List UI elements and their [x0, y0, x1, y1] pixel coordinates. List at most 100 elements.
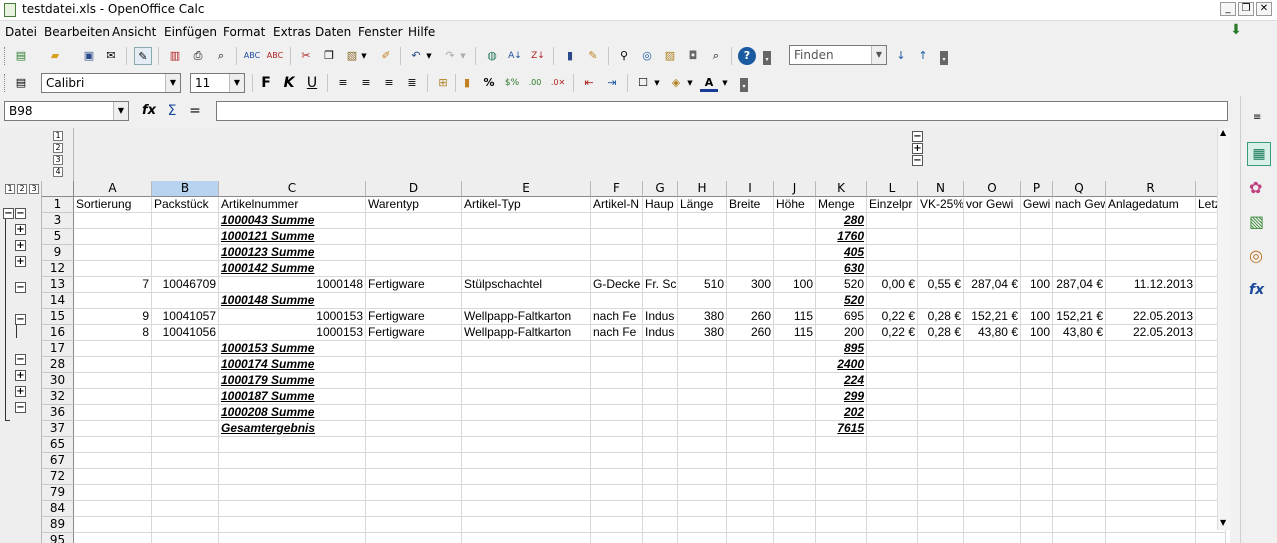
cell[interactable]: [366, 421, 462, 437]
cell[interactable]: [1053, 293, 1106, 309]
cell[interactable]: [867, 421, 918, 437]
cell[interactable]: [678, 373, 727, 389]
cell[interactable]: [918, 229, 964, 245]
cell[interactable]: [774, 213, 816, 229]
cell[interactable]: [918, 405, 964, 421]
cell[interactable]: [867, 437, 918, 453]
sidebar-menu-icon[interactable]: ≡: [1253, 112, 1261, 123]
toolbar-grip[interactable]: [4, 47, 8, 65]
cell[interactable]: [964, 453, 1021, 469]
cell[interactable]: [1106, 373, 1196, 389]
cell[interactable]: [1021, 245, 1053, 261]
row-header[interactable]: 36: [42, 405, 74, 421]
cell[interactable]: [74, 341, 152, 357]
cell[interactable]: [643, 453, 678, 469]
cell[interactable]: [366, 517, 462, 533]
subtotal-value[interactable]: 520: [816, 293, 867, 309]
background-color-dropdown-icon[interactable]: ▼: [685, 74, 695, 92]
cell[interactable]: [366, 341, 462, 357]
cell[interactable]: [964, 421, 1021, 437]
align-right-icon[interactable]: ≡: [380, 74, 398, 92]
cell[interactable]: [591, 501, 643, 517]
borders-icon[interactable]: ☐: [634, 74, 652, 92]
styles-icon[interactable]: ▤: [12, 74, 30, 92]
row-header[interactable]: 16: [42, 325, 74, 341]
subtotal-value[interactable]: 202: [816, 405, 867, 421]
cell[interactable]: 10046709: [152, 277, 219, 293]
cell[interactable]: [1106, 261, 1196, 277]
row-group-collapse-button[interactable]: −: [15, 354, 26, 365]
delete-decimal-icon[interactable]: .0✕: [549, 74, 567, 92]
toolbar-overflow-icon[interactable]: ▾: [763, 51, 771, 65]
cell[interactable]: [462, 389, 591, 405]
cell[interactable]: [1053, 213, 1106, 229]
cell[interactable]: [591, 373, 643, 389]
increase-indent-icon[interactable]: ⇥: [603, 74, 621, 92]
cell[interactable]: [678, 245, 727, 261]
cell[interactable]: [74, 213, 152, 229]
cell[interactable]: [727, 517, 774, 533]
column-title-cell[interactable]: Höhe: [774, 197, 816, 213]
row-group-collapse-button[interactable]: −: [3, 208, 14, 219]
cell[interactable]: [918, 341, 964, 357]
subtotal-value[interactable]: 2400: [816, 357, 867, 373]
cell[interactable]: [1053, 533, 1106, 543]
cell[interactable]: 152,21 €: [1053, 309, 1106, 325]
cell[interactable]: [462, 213, 591, 229]
cell[interactable]: [1053, 421, 1106, 437]
column-title-cell[interactable]: Warentyp: [366, 197, 462, 213]
cell[interactable]: [1021, 485, 1053, 501]
undo-dropdown-icon[interactable]: ▼: [424, 47, 434, 65]
cell[interactable]: 8: [74, 325, 152, 341]
cell[interactable]: [918, 389, 964, 405]
cell[interactable]: [152, 533, 219, 543]
standard-format-icon[interactable]: $%: [503, 74, 521, 92]
cell[interactable]: 1000148: [219, 277, 366, 293]
open-folder-icon[interactable]: ▰: [46, 47, 64, 65]
cell[interactable]: [1106, 245, 1196, 261]
cell[interactable]: 520: [816, 277, 867, 293]
cell[interactable]: [678, 437, 727, 453]
cell[interactable]: [678, 533, 727, 543]
cell[interactable]: 510: [678, 277, 727, 293]
cell[interactable]: [1021, 357, 1053, 373]
menu-ansicht[interactable]: Ansicht: [112, 25, 156, 39]
cell[interactable]: [366, 213, 462, 229]
cell[interactable]: [74, 533, 152, 543]
cell[interactable]: [591, 341, 643, 357]
cell[interactable]: Wellpapp-Faltkarton: [462, 309, 591, 325]
cell[interactable]: [727, 437, 774, 453]
cell[interactable]: [1053, 341, 1106, 357]
subtotal-label[interactable]: 1000123 Summe: [219, 245, 366, 261]
cell[interactable]: [152, 469, 219, 485]
cell[interactable]: [152, 261, 219, 277]
print-icon[interactable]: ⎙: [189, 47, 207, 65]
cell[interactable]: [219, 453, 366, 469]
cell[interactable]: [591, 293, 643, 309]
cell[interactable]: [727, 373, 774, 389]
cell[interactable]: [678, 517, 727, 533]
cell[interactable]: [152, 373, 219, 389]
row-header[interactable]: 3: [42, 213, 74, 229]
column-outline-level-2[interactable]: 2: [53, 143, 63, 153]
subtotal-value[interactable]: 280: [816, 213, 867, 229]
cell[interactable]: [727, 453, 774, 469]
cell[interactable]: [643, 469, 678, 485]
cell[interactable]: [816, 501, 867, 517]
cell[interactable]: [918, 213, 964, 229]
cell[interactable]: [727, 357, 774, 373]
cell[interactable]: 0,55 €: [918, 277, 964, 293]
cell[interactable]: [1021, 469, 1053, 485]
subtotal-label[interactable]: 1000208 Summe: [219, 405, 366, 421]
cell[interactable]: [1053, 245, 1106, 261]
cell[interactable]: [1021, 405, 1053, 421]
cell[interactable]: [727, 293, 774, 309]
cell[interactable]: [727, 229, 774, 245]
align-left-icon[interactable]: ≡: [334, 74, 352, 92]
subtotal-label[interactable]: 1000043 Summe: [219, 213, 366, 229]
cell[interactable]: 287,04 €: [1053, 277, 1106, 293]
new-document-icon[interactable]: ▤: [12, 47, 30, 65]
row-group-expand-button[interactable]: +: [15, 240, 26, 251]
cell[interactable]: 1000153: [219, 325, 366, 341]
row-group-expand-button[interactable]: +: [15, 256, 26, 267]
